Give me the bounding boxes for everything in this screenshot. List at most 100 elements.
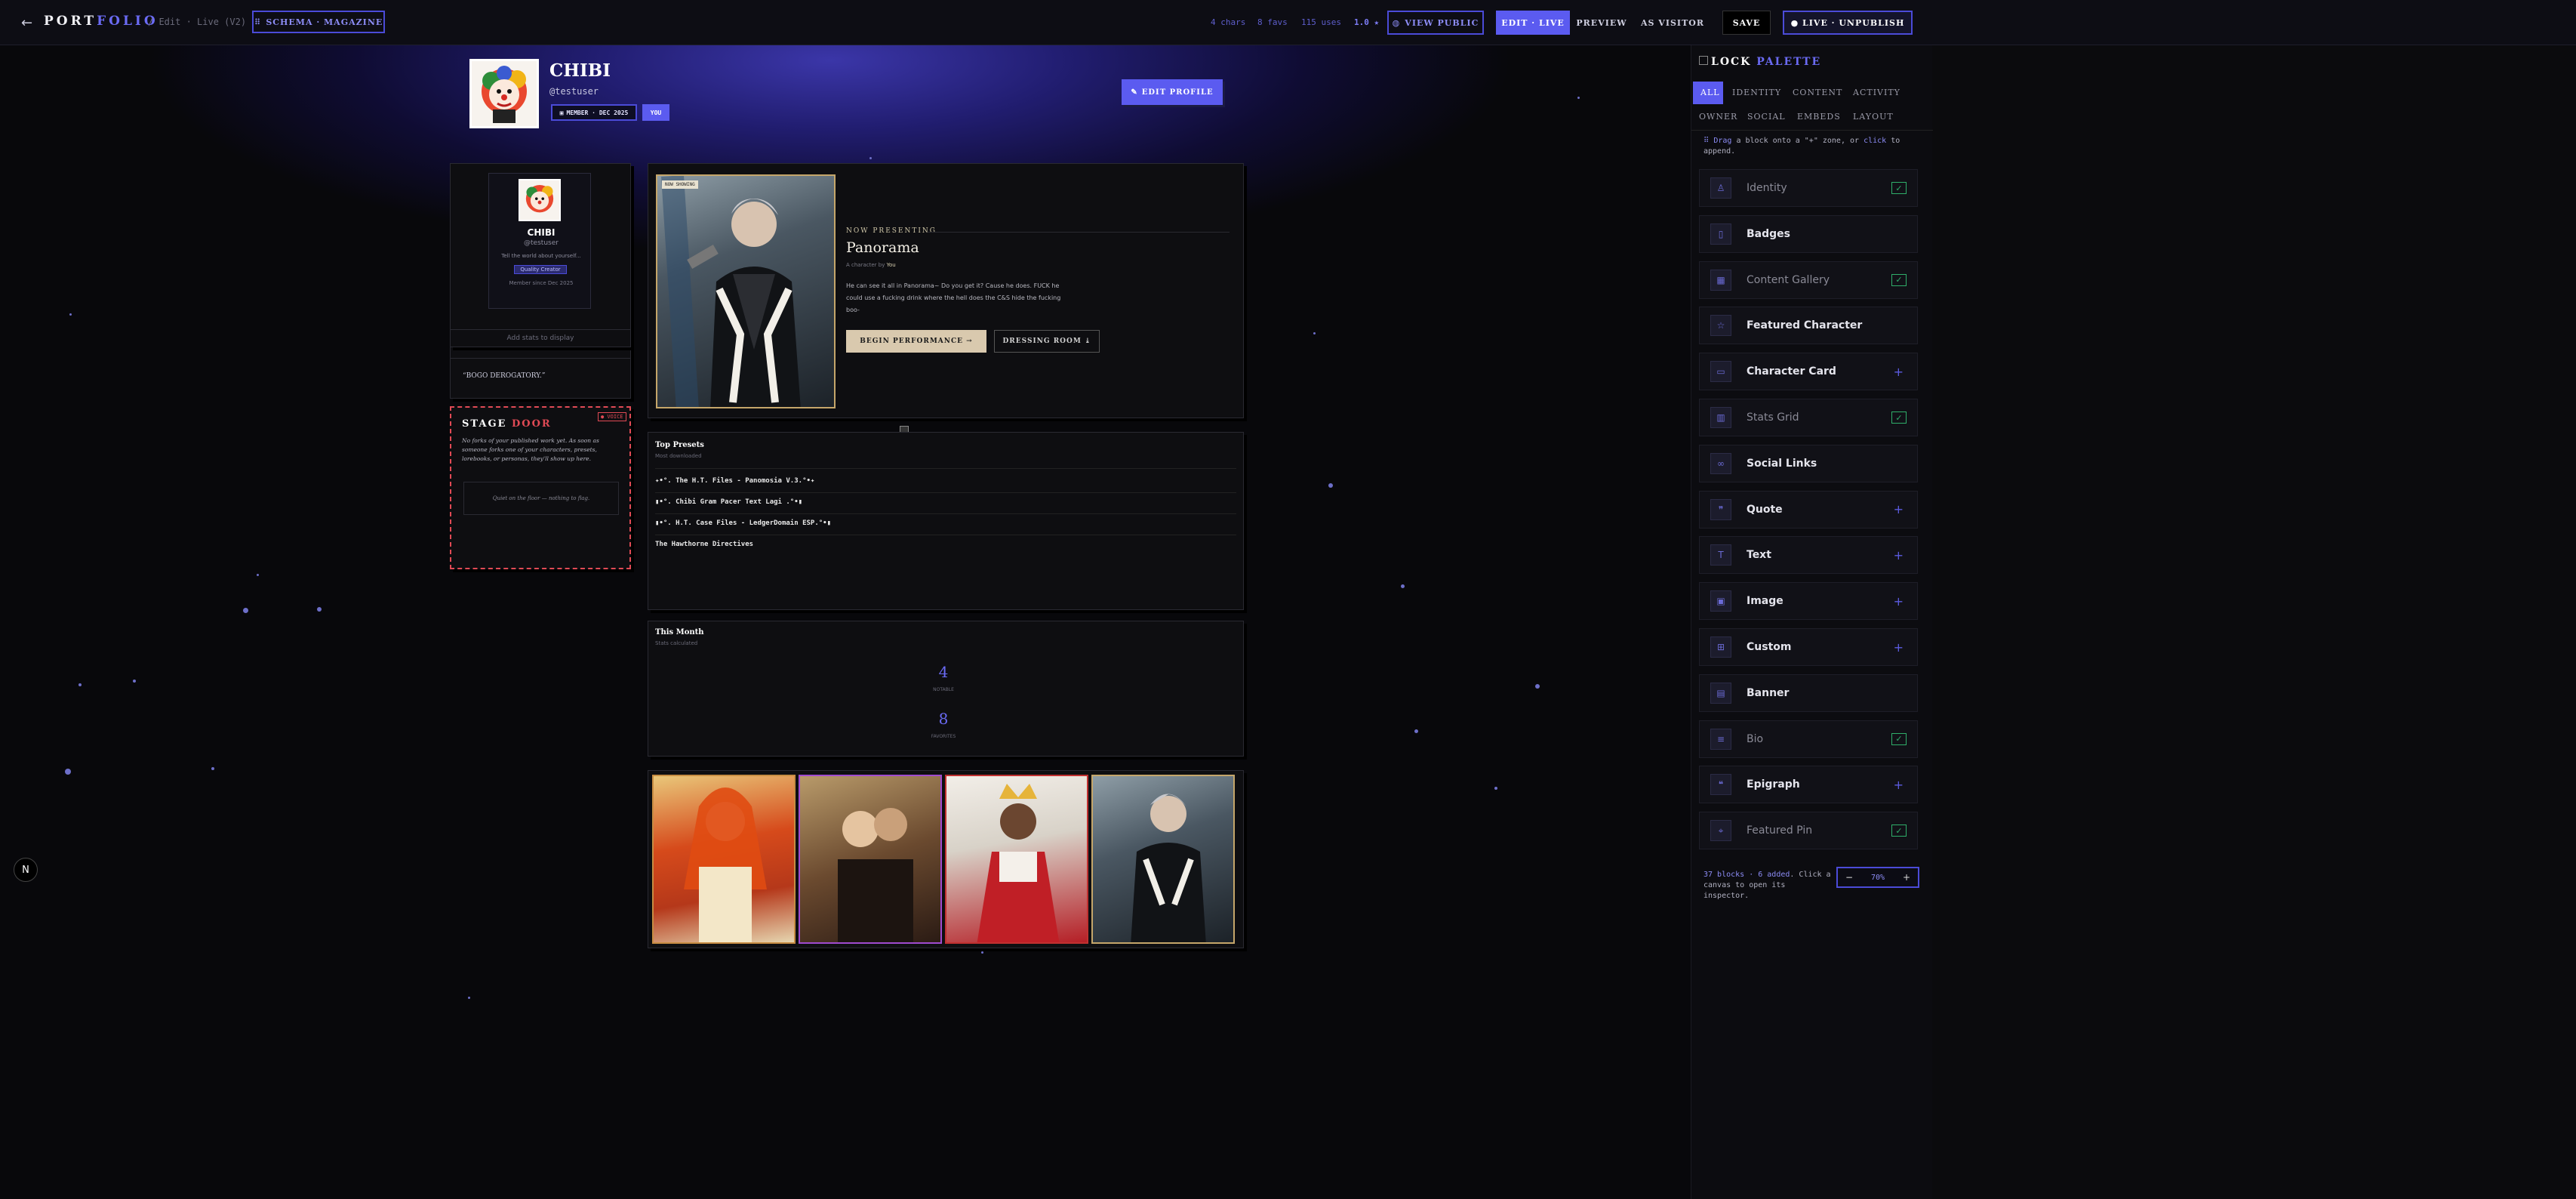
banner-icon: ▤ (1710, 682, 1731, 704)
add-icon[interactable]: + (1894, 365, 1904, 379)
footer-c: canvas to open its inspector. (1703, 881, 1786, 900)
preset-item[interactable]: ▮•°. H.T. Case Files - LedgerDomain ESP.… (655, 519, 831, 527)
schema-button[interactable]: ⠿ SCHEMA · MAGAZINE (252, 11, 385, 33)
tab-all-label: ALL (1700, 88, 1720, 97)
add-icon[interactable]: + (1894, 778, 1904, 792)
byline-prefix: A character by (846, 262, 885, 268)
palette-item-featured-pin[interactable]: ⌖ Featured Pin ✓ (1699, 812, 1918, 850)
schema-label: SCHEMA · MAGAZINE (266, 17, 383, 27)
fab-button[interactable]: N (14, 858, 38, 882)
palette-title-a: LOCK (1711, 56, 1752, 68)
epigraph-icon: ❝ (1710, 774, 1731, 796)
block-palette: LOCK PALETTE ALL IDENTITY CONTENT ACTIVI… (1691, 45, 1933, 1199)
edit-profile-label: EDIT PROFILE (1141, 88, 1214, 97)
gallery-tile[interactable] (1091, 775, 1235, 944)
palette-item-label: Quote (1747, 503, 1783, 516)
palette-item-label: Epigraph (1747, 778, 1800, 791)
view-public-button[interactable]: ◍ VIEW PUBLIC (1387, 11, 1484, 35)
palette-item-custom[interactable]: ⊞ Custom + (1699, 628, 1918, 666)
footer-b: . Click a (1790, 871, 1831, 879)
palette-item-featured-character[interactable]: ☆ Featured Character (1699, 307, 1918, 345)
tab-activity[interactable]: ACTIVITY (1853, 88, 1900, 97)
gallery-tile[interactable] (799, 775, 942, 944)
kicker-rule (928, 232, 1230, 233)
palette-item-content-gallery[interactable]: ▦ Content Gallery ✓ (1699, 260, 1918, 299)
stats-placeholder[interactable]: Add stats to display (450, 329, 631, 347)
profile-name: CHIBI (549, 60, 611, 81)
palette-item-quote[interactable]: ❞ Quote + (1699, 490, 1918, 529)
live-unpublish-button[interactable]: ● LIVE · UNPUBLISH (1783, 11, 1913, 35)
clown-avatar-small-icon (525, 185, 554, 213)
add-icon[interactable]: + (1894, 548, 1904, 563)
mode-preview[interactable]: PREVIEW (1573, 11, 1630, 35)
preset-item[interactable]: The Hawthorne Directives (655, 541, 753, 548)
add-icon[interactable]: + (1894, 640, 1904, 655)
mode-as-visitor[interactable]: AS VISITOR (1633, 11, 1712, 35)
edit-icon: ✎ (1131, 88, 1138, 97)
palette-item-epigraph[interactable]: ❝ Epigraph + (1699, 766, 1918, 804)
pin-icon: ⌖ (1710, 820, 1731, 842)
stat-favs: 8 favs (1257, 17, 1288, 27)
clown-avatar-icon (472, 61, 537, 126)
palette-item-label: Featured Pin (1747, 825, 1813, 837)
brand-logo[interactable]: PORTFOLIO (44, 14, 158, 29)
star-dot (468, 997, 470, 999)
add-icon[interactable]: + (1894, 502, 1904, 516)
add-icon[interactable]: + (1894, 594, 1904, 609)
back-arrow-icon[interactable]: ← (21, 15, 32, 31)
palette-item-label: Stats Grid (1747, 411, 1799, 424)
chart-icon: ▥ (1710, 407, 1731, 428)
palette-item-character-card[interactable]: ▭ Character Card + (1699, 353, 1918, 391)
hint-b: a block onto a "+" zone, or (1736, 137, 1860, 145)
mode-edit-live[interactable]: EDIT · LIVE (1496, 11, 1570, 35)
palette-item-badges[interactable]: ▯ Badges (1699, 214, 1918, 253)
palette-item-bio[interactable]: ≡ Bio ✓ (1699, 720, 1918, 758)
now-presenting-kicker: NOW PRESENTING (846, 227, 937, 235)
edit-profile-button[interactable]: ✎ EDIT PROFILE (1122, 79, 1223, 105)
tab-content[interactable]: CONTENT (1793, 88, 1842, 97)
zoom-control: − 70% + (1836, 867, 1919, 888)
gallery-tile[interactable] (652, 775, 796, 944)
palette-item-identity[interactable]: ♙ Identity ✓ (1699, 169, 1918, 207)
tab-social[interactable]: SOCIAL (1747, 112, 1786, 122)
palette-hint: ⠿ Drag a block onto a "+" zone, or click… (1703, 136, 1922, 157)
check-icon: ✓ (1891, 182, 1907, 194)
palette-item-stats-grid[interactable]: ▥ Stats Grid ✓ (1699, 399, 1918, 436)
preset-item[interactable]: ✦•°. The H.T. Files - Panomosia V.3.°•✦ (655, 477, 814, 485)
palette-item-banner[interactable]: ▤ Banner (1699, 673, 1918, 712)
tab-owner[interactable]: OWNER (1699, 112, 1737, 122)
check-icon: ✓ (1891, 273, 1907, 286)
palette-item-label: Text (1747, 549, 1771, 562)
palette-item-image[interactable]: ▣ Image + (1699, 582, 1918, 621)
star-dot (1535, 684, 1540, 689)
quote-icon: ❞ (1710, 498, 1731, 520)
zoom-out-button[interactable]: − (1838, 872, 1860, 883)
gallery-tile[interactable] (945, 775, 1088, 944)
star-icon: ☆ (1710, 315, 1731, 337)
zoom-value[interactable]: 70% (1860, 874, 1895, 882)
view-public-label: VIEW PUBLIC (1405, 17, 1479, 28)
save-button[interactable]: SAVE (1722, 11, 1771, 35)
zoom-in-button[interactable]: + (1895, 872, 1918, 883)
palette-footer: 37 blocks · 6 added. Click a canvas to o… (1703, 870, 1832, 902)
stage-door-empty-text: Quiet on the floor — nothing to flag. (492, 495, 590, 501)
tab-embeds[interactable]: EMBEDS (1797, 112, 1841, 122)
dressing-room-button[interactable]: DRESSING ROOM ⤓ (994, 330, 1100, 353)
begin-performance-button[interactable]: BEGIN PERFORMANCE → (846, 330, 986, 353)
tab-identity[interactable]: IDENTITY (1732, 88, 1781, 97)
identity-bio: Tell the world about yourself... (501, 253, 581, 259)
schema-icon: ⠿ (254, 17, 262, 27)
text-icon: T (1710, 544, 1731, 566)
stage-door-card[interactable]: STAGE DOOR ● VOICE No forks of your publ… (450, 406, 631, 569)
star-dot (257, 574, 259, 576)
bio-icon: ≡ (1710, 728, 1731, 750)
palette-item-label: Identity (1747, 182, 1787, 194)
tab-layout[interactable]: LAYOUT (1853, 112, 1894, 122)
featured-character-card[interactable]: NOW SHOWING NOW PRESENTING Panorama A ch… (648, 163, 1244, 418)
star-dot (65, 769, 71, 775)
badge-icon: ▯ (1710, 223, 1731, 245)
quote-block[interactable]: “BOGO DEROGATORY.” (450, 358, 631, 399)
palette-item-social-links[interactable]: ∞ Social Links (1699, 444, 1918, 482)
palette-item-text[interactable]: T Text + (1699, 536, 1918, 575)
preset-item[interactable]: ▮•°. Chibi Gram Pacer Text Lagi .°•▮ (655, 498, 802, 506)
